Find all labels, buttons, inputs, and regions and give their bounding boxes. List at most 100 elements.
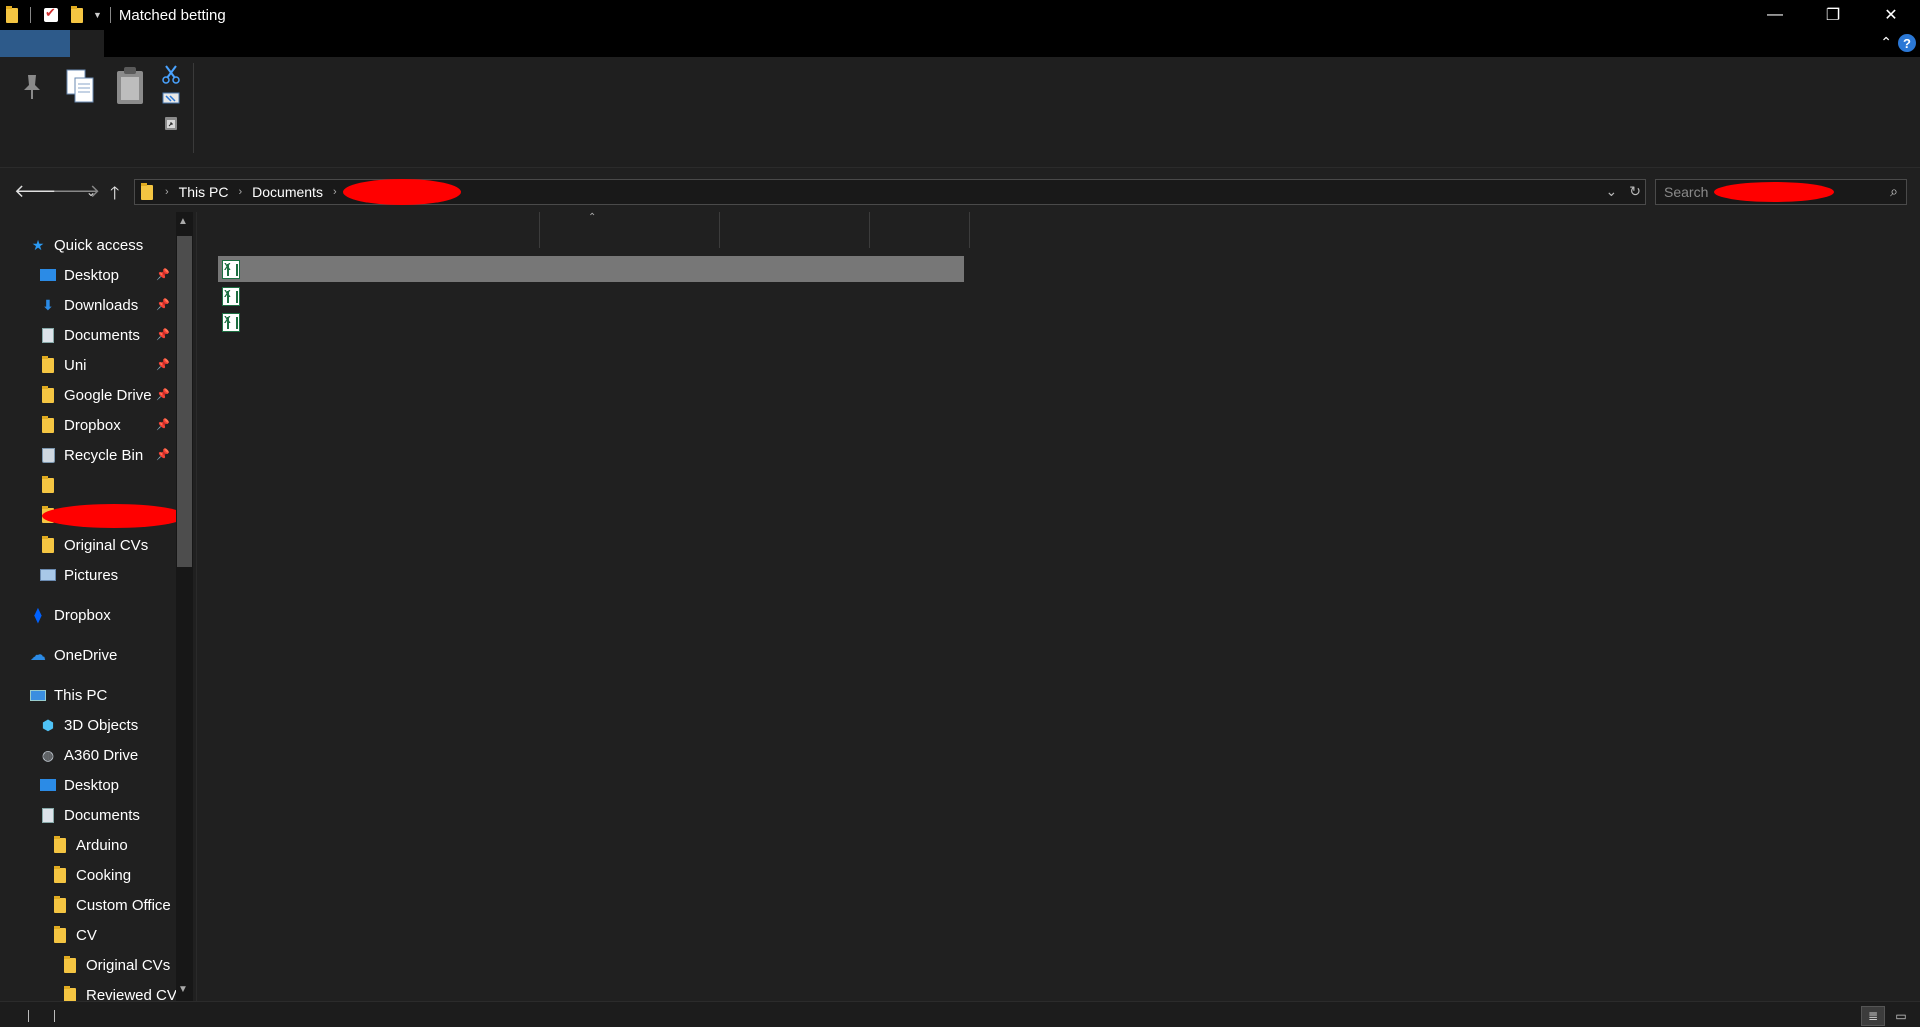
tab-home[interactable] — [70, 30, 104, 57]
nav-quick-desktop[interactable]: Desktop — [40, 262, 119, 288]
nav-cv[interactable]: CV — [52, 922, 97, 948]
nav-pc-documents[interactable]: Documents — [40, 802, 140, 828]
nav-dropbox[interactable]: ⧫ Dropbox — [30, 602, 110, 628]
redacted-label — [42, 504, 186, 528]
nav-this-pc[interactable]: This PC — [30, 682, 107, 708]
pin-icon[interactable]: 📌 — [156, 268, 170, 281]
column-resize-handle[interactable] — [539, 212, 540, 248]
nav-scrollbar-thumb[interactable] — [177, 236, 192, 567]
a360-drive-icon: ◍ — [41, 746, 55, 763]
excel-file-icon — [222, 286, 240, 306]
scroll-down-icon[interactable]: ▼ — [178, 984, 188, 995]
pin-icon[interactable]: 📌 — [156, 298, 170, 311]
refresh-icon[interactable]: ↻ — [1629, 183, 1641, 200]
file-row[interactable] — [218, 283, 964, 309]
nav-quick-dropbox[interactable]: Dropbox — [40, 412, 121, 438]
pin-icon[interactable]: 📌 — [156, 418, 170, 431]
paste-shortcut-button[interactable] — [160, 113, 182, 133]
breadcrumb-this-pc[interactable]: This PC — [179, 184, 229, 200]
large-icons-view-button[interactable]: ▭ — [1889, 1006, 1913, 1026]
up-button[interactable]: 🡑 — [110, 181, 119, 211]
nav-cv-reviewed[interactable]: Reviewed CVs — [62, 982, 184, 1001]
nav-quick-access[interactable]: ★ Quick access — [30, 232, 143, 258]
window-title: Matched betting — [118, 6, 226, 24]
nav-item-label: Recycle Bin — [64, 446, 144, 464]
star-icon: ★ — [31, 236, 45, 253]
folder-icon — [52, 865, 68, 883]
nav-quick-pictures[interactable]: Pictures — [40, 562, 118, 588]
nav-3d-objects[interactable]: ⬢ 3D Objects — [40, 712, 138, 738]
folder-icon — [62, 955, 78, 973]
nav-quick-downloads[interactable]: ⬇ Downloads — [40, 292, 138, 318]
customize-toolbar-dropdown-icon[interactable]: ▼ — [93, 10, 102, 20]
maximize-button[interactable]: ❐ — [1804, 0, 1862, 30]
nav-item-label: Documents — [64, 326, 140, 344]
search-box[interactable]: Search ⌕ — [1655, 179, 1907, 205]
file-row[interactable] — [218, 309, 964, 335]
copy-path-button[interactable] — [160, 89, 182, 107]
folder-icon — [40, 535, 56, 553]
properties-icon[interactable] — [41, 5, 61, 25]
paste-button[interactable] — [112, 63, 148, 109]
nav-quick-google-drive[interactable]: Google Drive — [40, 382, 152, 408]
scroll-up-icon[interactable]: ▲ — [178, 216, 188, 227]
nav-arduino[interactable]: Arduino — [52, 832, 128, 858]
help-icon[interactable]: ? — [1898, 34, 1916, 52]
pin-icon[interactable]: 📌 — [156, 328, 170, 341]
title-bar: ▼ Matched betting — ❐ ✕ — [0, 0, 1920, 30]
column-resize-handle[interactable] — [719, 212, 720, 248]
nav-item-label: Arduino — [76, 836, 128, 854]
pin-icon — [24, 75, 40, 99]
details-view-button[interactable]: ≣ — [1861, 1006, 1885, 1026]
file-row[interactable] — [218, 256, 964, 282]
nav-cooking[interactable]: Cooking — [52, 862, 131, 888]
minimize-button[interactable]: — — [1746, 0, 1804, 30]
pane-divider[interactable] — [196, 212, 197, 1001]
new-folder-icon[interactable] — [67, 5, 87, 25]
nav-a360-drive[interactable]: ◍ A360 Drive — [40, 742, 138, 768]
nav-quick-redacted-folder[interactable] — [40, 502, 186, 528]
cut-button[interactable] — [160, 63, 182, 85]
folder-icon — [40, 475, 56, 493]
column-headers: ⌃ — [218, 212, 970, 248]
collapse-ribbon-icon[interactable]: ⌃ — [1880, 34, 1892, 51]
column-resize-handle[interactable] — [869, 212, 870, 248]
tab-file[interactable] — [0, 30, 70, 57]
nav-item-label: Google Drive — [64, 386, 152, 404]
nav-item-label: Desktop — [64, 776, 120, 794]
nav-quick-recycle-bin[interactable]: Recycle Bin — [40, 442, 143, 468]
nav-item-label: Uni — [64, 356, 87, 374]
recycle-bin-icon — [40, 447, 56, 463]
breadcrumb-separator[interactable]: › — [165, 186, 169, 198]
excel-file-icon — [222, 312, 240, 332]
copy-button[interactable] — [62, 65, 98, 109]
redacted-breadcrumb — [342, 179, 461, 205]
breadcrumb-documents[interactable]: Documents — [252, 184, 323, 200]
nav-quick-documents[interactable]: Documents — [40, 322, 140, 348]
nav-pc-desktop[interactable]: Desktop — [40, 772, 119, 798]
search-icon[interactable]: ⌕ — [1890, 183, 1898, 200]
address-bar[interactable]: › This PC › Documents › ⌄ ↻ — [134, 179, 1646, 205]
breadcrumb-separator[interactable]: › — [333, 186, 337, 198]
nav-item-label: Downloads — [64, 296, 139, 314]
close-button[interactable]: ✕ — [1862, 0, 1920, 30]
recent-locations-dropdown-icon[interactable]: ⌄ — [86, 185, 96, 199]
desktop-icon — [40, 267, 56, 283]
nav-item-label: 3D Objects — [64, 716, 139, 734]
pin-icon[interactable]: 📌 — [156, 388, 170, 401]
breadcrumb-separator[interactable]: › — [238, 186, 242, 198]
nav-onedrive[interactable]: ☁ OneDrive — [30, 642, 117, 668]
nav-cv-original[interactable]: Original CVs — [62, 952, 170, 978]
nav-item-label: Dropbox — [64, 416, 121, 434]
nav-quick-uni[interactable]: Uni — [40, 352, 87, 378]
pin-icon[interactable]: 📌 — [156, 358, 170, 371]
folder-icon[interactable] — [2, 5, 22, 25]
nav-custom-office[interactable]: Custom Office — [52, 892, 171, 918]
address-history-dropdown-icon[interactable]: ⌄ — [1606, 183, 1618, 200]
nav-quick-original-cvs[interactable]: Original CVs — [40, 532, 148, 558]
pin-to-quick-access-button[interactable] — [16, 69, 48, 105]
nav-quick-folder[interactable] — [40, 472, 64, 498]
column-resize-handle[interactable] — [969, 212, 970, 248]
ribbon-group-separator — [193, 63, 194, 153]
pin-icon[interactable]: 📌 — [156, 448, 170, 461]
